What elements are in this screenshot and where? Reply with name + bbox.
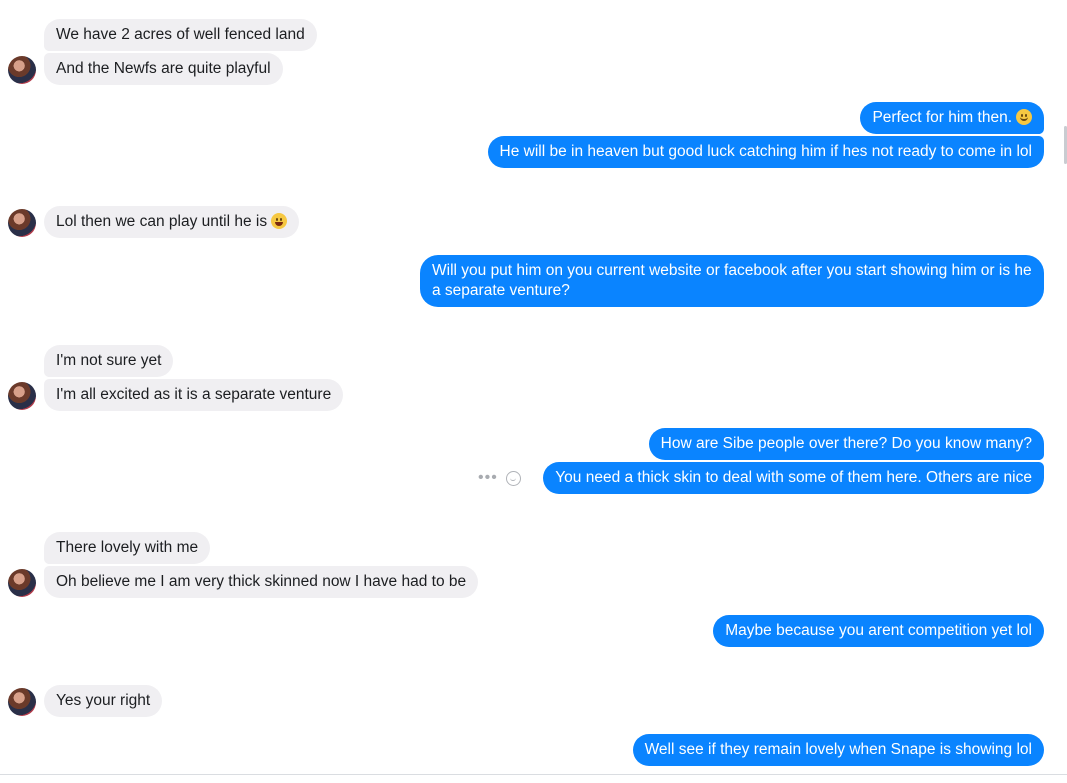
message-text: Oh believe me I am very thick skinned no…: [56, 573, 467, 590]
contact-avatar[interactable]: [8, 209, 36, 237]
message-incoming[interactable]: Yes your right: [44, 685, 163, 717]
message-incoming[interactable]: We have 2 acres of well fenced land: [44, 19, 317, 51]
message-outgoing[interactable]: Will you put him on you current website …: [420, 255, 1044, 307]
message-text: Will you put him on you current website …: [432, 262, 1032, 299]
message-text: Lol then we can play until he is: [56, 213, 268, 230]
message-outgoing[interactable]: Maybe because you arent competition yet …: [713, 615, 1044, 647]
more-options-icon[interactable]: •••: [478, 470, 498, 486]
message-outgoing[interactable]: He will be in heaven but good luck catch…: [487, 136, 1044, 168]
message-text: Well see if they remain lovely when Snap…: [644, 741, 1032, 758]
contact-avatar[interactable]: [8, 569, 36, 597]
message-incoming[interactable]: Oh believe me I am very thick skinned no…: [44, 566, 479, 598]
message-incoming[interactable]: There lovely with me: [44, 532, 211, 564]
add-reaction-icon[interactable]: [505, 470, 521, 486]
message-text: Yes your right: [56, 692, 151, 709]
slightly-smiling-face-emoji-icon: [1016, 109, 1032, 125]
divider: [0, 774, 1067, 775]
message-text: How are Sibe people over there? Do you k…: [660, 435, 1032, 452]
message-outgoing[interactable]: Well see if they remain lovely when Snap…: [632, 734, 1044, 766]
tears-of-joy-emoji-icon: [271, 213, 288, 229]
message-text: I'm all excited as it is a separate vent…: [56, 386, 332, 403]
message-text: And the Newfs are quite playful: [56, 60, 271, 77]
message-incoming[interactable]: Lol then we can play until he is: [44, 206, 300, 238]
message-outgoing[interactable]: You need a thick skin to deal with some …: [543, 462, 1044, 494]
conversation-thread: We have 2 acres of well fenced land And …: [0, 0, 1067, 783]
message-incoming[interactable]: I'm all excited as it is a separate vent…: [44, 379, 344, 411]
message-text: We have 2 acres of well fenced land: [56, 26, 305, 43]
message-incoming[interactable]: And the Newfs are quite playful: [44, 53, 283, 85]
message-text: Maybe because you arent competition yet …: [725, 622, 1032, 639]
message-outgoing[interactable]: How are Sibe people over there? Do you k…: [648, 428, 1044, 460]
message-text: He will be in heaven but good luck catch…: [499, 143, 1032, 160]
contact-avatar[interactable]: [8, 56, 36, 84]
message-text: I'm not sure yet: [56, 352, 162, 369]
message-actions: •••: [478, 470, 521, 486]
message-incoming[interactable]: I'm not sure yet: [44, 345, 174, 377]
contact-avatar[interactable]: [8, 382, 36, 410]
message-text: Perfect for him then.: [872, 109, 1012, 126]
message-text: You need a thick skin to deal with some …: [555, 469, 1032, 486]
contact-avatar[interactable]: [8, 688, 36, 716]
message-outgoing[interactable]: Perfect for him then.: [860, 102, 1044, 134]
message-text: There lovely with me: [56, 539, 199, 556]
